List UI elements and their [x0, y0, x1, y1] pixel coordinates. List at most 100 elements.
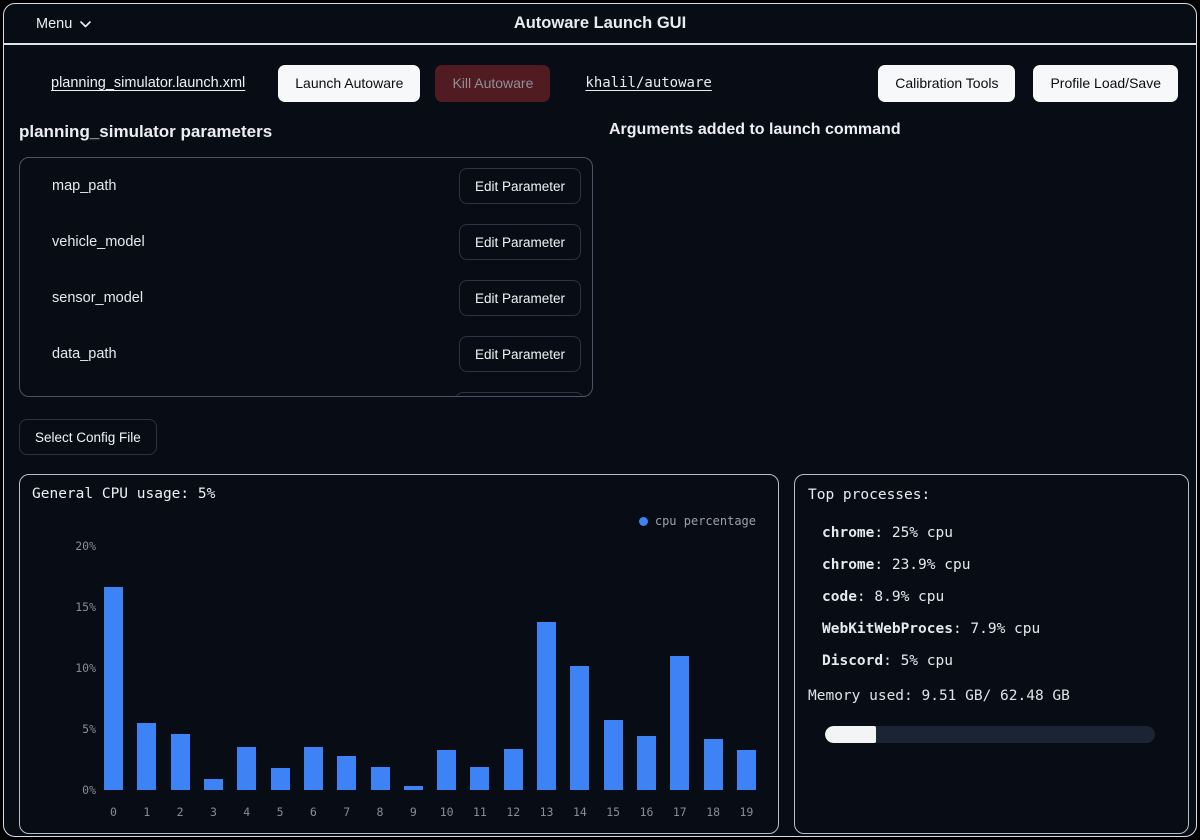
x-tick-label: 4: [237, 805, 256, 819]
cpu-bar: [537, 622, 556, 790]
process-name: code: [822, 589, 857, 605]
memory-progress-bar: [825, 726, 1155, 743]
process-list: chrome: 25% cpu chrome: 23.9% cpu code: …: [822, 517, 1178, 677]
x-tick-label: 0: [104, 805, 123, 819]
cpu-bar: [437, 750, 456, 790]
y-tick-label: 20%: [75, 539, 96, 553]
parameters-heading: planning_simulator parameters: [19, 122, 272, 142]
cpu-bar: [271, 768, 290, 790]
memory-used-label: Memory used: 9.51 GB/ 62.48 GB: [808, 688, 1070, 704]
process-row: code: 8.9% cpu: [822, 581, 1178, 613]
cpu-bar: [137, 723, 156, 790]
process-row: WebKitWebProces: 7.9% cpu: [822, 613, 1178, 645]
x-tick-label: 14: [570, 805, 589, 819]
x-tick-label: 6: [304, 805, 323, 819]
parameter-row: vehicle_model Edit Parameter: [20, 214, 592, 270]
process-row: chrome: 23.9% cpu: [822, 549, 1178, 581]
cpu-bar: [604, 720, 623, 790]
edit-parameter-button[interactable]: Edit Parameter: [459, 168, 581, 204]
x-tick-label: 7: [337, 805, 356, 819]
process-name: chrome: [822, 557, 874, 573]
memory-progress-fill: [825, 726, 876, 743]
x-tick-label: 8: [371, 805, 390, 819]
kill-autoware-button[interactable]: Kill Autoware: [435, 65, 550, 102]
process-usage: : 25% cpu: [874, 525, 953, 541]
parameter-label: map_path: [52, 178, 117, 194]
process-usage: : 7.9% cpu: [953, 621, 1040, 637]
x-tick-label: 12: [504, 805, 523, 819]
process-row: Discord: 5% cpu: [822, 645, 1178, 677]
app-window: Menu Autoware Launch GUI planning_simula…: [3, 3, 1197, 837]
calibration-tools-button[interactable]: Calibration Tools: [878, 65, 1015, 102]
x-tick-label: 18: [704, 805, 723, 819]
x-axis-labels: 012345678910111213141516171819: [104, 805, 756, 819]
parameter-row: data_path Edit Parameter: [20, 326, 592, 382]
edit-parameter-button[interactable]: Edit Parameter: [459, 224, 581, 260]
cpu-bar: [570, 666, 589, 790]
app-title: Autoware Launch GUI: [4, 14, 1196, 33]
x-tick-label: 13: [537, 805, 556, 819]
launch-autoware-button[interactable]: Launch Autoware: [278, 65, 420, 102]
system-panel: Top processes: chrome: 25% cpu chrome: 2…: [794, 474, 1189, 834]
x-tick-label: 9: [404, 805, 423, 819]
x-tick-label: 11: [470, 805, 489, 819]
cpu-bar: [204, 779, 223, 790]
chevron-down-icon: [80, 16, 91, 32]
y-tick-label: 5%: [82, 722, 96, 736]
cpu-bar: [304, 747, 323, 790]
title-bar: Menu Autoware Launch GUI: [4, 4, 1196, 45]
process-name: WebKitWebProces: [822, 621, 953, 637]
edit-parameter-button[interactable]: Edit Parameter: [459, 336, 581, 372]
parameter-label: data_path: [52, 346, 117, 362]
x-tick-label: 3: [204, 805, 223, 819]
toolbar: planning_simulator.launch.xml Launch Aut…: [4, 63, 1196, 103]
menu-button[interactable]: Menu: [36, 16, 91, 32]
cpu-bar: [104, 587, 123, 790]
cpu-usage-title: General CPU usage: 5%: [32, 486, 215, 502]
x-tick-label: 5: [271, 805, 290, 819]
cpu-bar: [470, 767, 489, 790]
y-axis-labels: 0%5%10%15%20%: [20, 546, 96, 790]
process-usage: : 23.9% cpu: [874, 557, 970, 573]
x-tick-label: 15: [604, 805, 623, 819]
y-tick-label: 0%: [82, 783, 96, 797]
x-tick-label: 16: [637, 805, 656, 819]
process-usage: : 8.9% cpu: [857, 589, 944, 605]
cpu-bar: [504, 749, 523, 790]
select-config-file-button[interactable]: Select Config File: [19, 419, 157, 455]
cpu-bar: [637, 736, 656, 790]
repo-link[interactable]: khalil/autoware: [585, 75, 711, 91]
parameters-card[interactable]: map_path Edit Parameter vehicle_model Ed…: [19, 157, 593, 397]
cpu-usage-card: General CPU usage: 5% cpu percentage 0% 5…: [19, 474, 779, 834]
arguments-heading: Arguments added to launch command: [609, 121, 901, 139]
cpu-bar: [237, 747, 256, 790]
x-tick-label: 17: [670, 805, 689, 819]
x-tick-label: 1: [137, 805, 156, 819]
cpu-bar: [704, 739, 723, 790]
process-usage: : 5% cpu: [883, 653, 953, 669]
y-tick-label: 15%: [75, 600, 96, 614]
menu-label: Menu: [36, 16, 72, 32]
parameter-row: sensor_model Edit Parameter: [20, 270, 592, 326]
cpu-bar: [371, 767, 390, 790]
y-tick-label: 10%: [75, 661, 96, 675]
process-name: chrome: [822, 525, 874, 541]
launch-file-link[interactable]: planning_simulator.launch.xml: [51, 75, 245, 91]
bar-series: [104, 546, 756, 790]
edit-parameter-button-clipped: [455, 392, 584, 397]
x-tick-label: 19: [737, 805, 756, 819]
cpu-bar: [737, 750, 756, 790]
cpu-bar: [404, 786, 423, 790]
cpu-bar: [171, 734, 190, 790]
x-tick-label: 2: [171, 805, 190, 819]
profile-load-save-button[interactable]: Profile Load/Save: [1033, 65, 1178, 102]
legend-label: cpu percentage: [655, 514, 756, 528]
edit-parameter-button[interactable]: Edit Parameter: [459, 280, 581, 316]
parameter-row: map_path Edit Parameter: [20, 158, 592, 214]
parameter-label: sensor_model: [52, 290, 143, 306]
parameter-label: vehicle_model: [52, 234, 145, 250]
process-name: Discord: [822, 653, 883, 669]
chart-legend: cpu percentage: [639, 514, 756, 528]
x-tick-label: 10: [437, 805, 456, 819]
cpu-bar: [337, 756, 356, 790]
